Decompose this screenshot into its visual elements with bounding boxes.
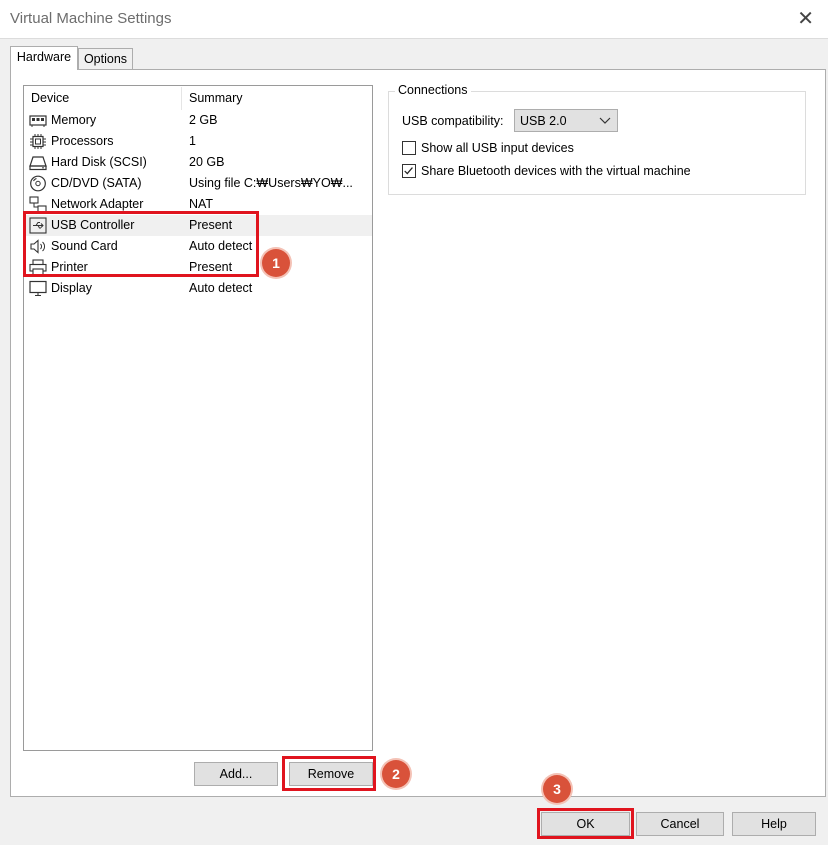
column-divider[interactable] [181,87,182,110]
usb-compatibility-value: USB 2.0 [520,114,567,128]
monitor-icon [29,280,47,297]
help-button[interactable]: Help [732,812,816,836]
window-title: Virtual Machine Settings [10,10,172,27]
hard-disk-icon [29,156,47,171]
show-all-usb-checkbox[interactable] [402,141,416,155]
device-row-cd-dvd[interactable]: CD/DVD (SATA) Using file C:₩Users₩YO₩... [25,173,372,194]
title-bar: Virtual Machine Settings ✕ [0,0,828,38]
hardware-tab-panel: Device Summary Memory 2 GB Processors 1 [10,69,826,797]
device-summary: 2 GB [189,113,218,127]
device-list[interactable]: Device Summary Memory 2 GB Processors 1 [23,85,373,751]
device-row-display[interactable]: Display Auto detect [25,278,372,299]
column-header-device[interactable]: Device [31,91,69,105]
add-button[interactable]: Add... [194,762,278,786]
device-row-processors[interactable]: Processors 1 [25,131,372,152]
checkmark-icon [404,167,413,175]
title-divider [0,38,828,39]
device-name: CD/DVD (SATA) [51,176,142,190]
tab-options[interactable]: Options [78,48,133,70]
device-summary: NAT [189,197,214,211]
highlight-box-devices [23,211,259,277]
usb-compatibility-label: USB compatibility: [402,114,504,128]
cancel-button[interactable]: Cancel [636,812,724,836]
chevron-down-icon [599,117,611,124]
step-badge-1: 1 [262,249,290,277]
step-badge-2: 2 [382,760,410,788]
processor-icon [30,134,46,149]
device-name: Network Adapter [51,197,144,211]
usb-compatibility-select[interactable]: USB 2.0 [514,109,618,132]
device-summary: 1 [189,134,196,148]
show-all-usb-label[interactable]: Show all USB input devices [421,141,574,155]
connections-group: Connections USB compatibility: USB 2.0 S… [388,83,806,195]
memory-icon [29,115,47,127]
device-row-memory[interactable]: Memory 2 GB [25,110,372,131]
share-bluetooth-label[interactable]: Share Bluetooth devices with the virtual… [421,164,691,178]
cd-dvd-icon [30,175,46,192]
connections-title: Connections [395,83,471,97]
device-summary: 20 GB [189,155,225,169]
device-name: Hard Disk (SCSI) [51,155,147,169]
step-badge-3: 3 [543,775,571,803]
column-header-summary[interactable]: Summary [189,91,242,105]
device-name: Memory [51,113,97,127]
device-name: Processors [51,134,114,148]
close-icon[interactable]: ✕ [797,7,814,31]
device-summary: Auto detect [189,281,253,295]
highlight-box-ok [537,808,634,839]
device-row-hard-disk[interactable]: Hard Disk (SCSI) 20 GB [25,152,372,173]
highlight-box-remove [282,756,376,791]
device-summary: Using file C:₩Users₩YO₩... [189,176,353,190]
tab-hardware[interactable]: Hardware [10,46,78,70]
share-bluetooth-checkbox[interactable] [402,164,416,178]
device-name: Display [51,281,92,295]
